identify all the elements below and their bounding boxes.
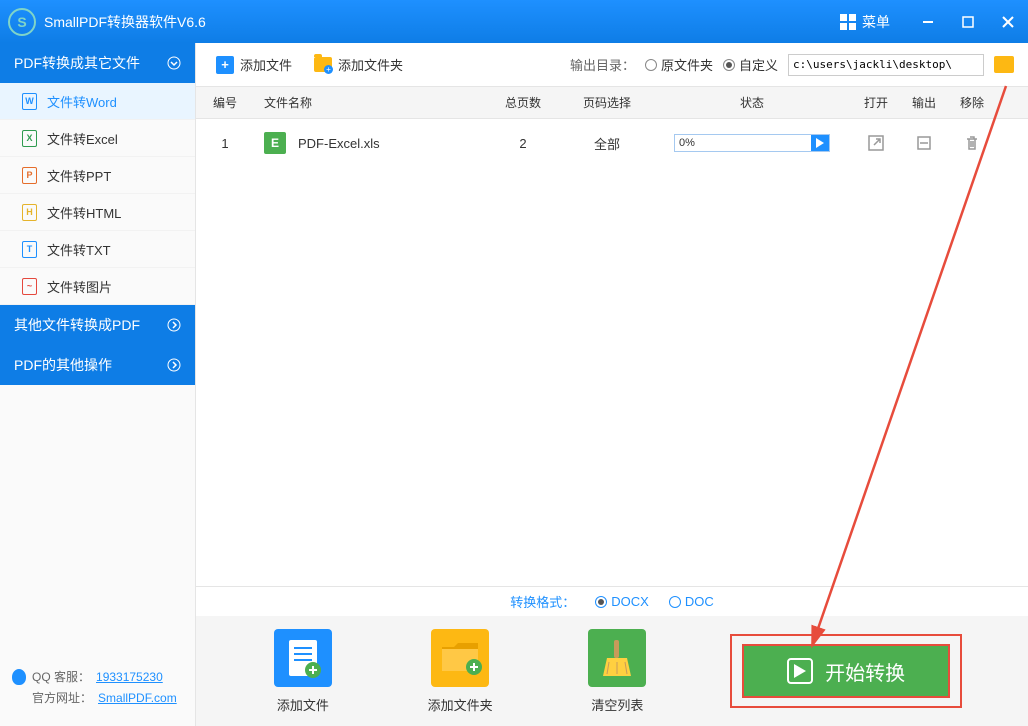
header-sel: 页码选择: [562, 94, 652, 111]
app-title: SmallPDF转换器软件V6.6: [44, 12, 822, 32]
sidebar-item-html[interactable]: H文件转HTML: [0, 194, 195, 231]
action-clear-list[interactable]: 清空列表: [588, 629, 646, 714]
table-row[interactable]: 1 EPDF-Excel.xls 2 全部 0%: [196, 119, 1028, 167]
header-status: 状态: [652, 94, 852, 111]
progress-play-button[interactable]: [811, 135, 829, 151]
add-file-button[interactable]: +添加文件: [210, 51, 298, 78]
action-add-folder[interactable]: 添加文件夹: [428, 629, 493, 714]
chevron-down-icon: [167, 56, 181, 70]
radio-doc[interactable]: DOC: [669, 594, 714, 609]
sidebar-section-pdf-other-ops[interactable]: PDF的其他操作: [0, 345, 195, 385]
header-del: 移除: [948, 94, 996, 111]
radio-custom-folder[interactable]: 自定义: [723, 55, 778, 74]
cell-num: 1: [196, 136, 254, 151]
add-folder-button[interactable]: 添加文件夹: [308, 51, 409, 78]
minimize-button[interactable]: [908, 0, 948, 43]
radio-docx[interactable]: DOCX: [595, 594, 649, 609]
output-button[interactable]: [900, 135, 948, 151]
content: +添加文件 添加文件夹 输出目录： 原文件夹 自定义 编号 文件名称 总页数 页…: [195, 43, 1028, 726]
app-logo-icon: S: [8, 8, 36, 36]
actions-bar: 添加文件 添加文件夹 清空列表 开始转换: [196, 616, 1028, 726]
qq-icon: [12, 669, 26, 685]
format-label: 转换格式：: [510, 592, 575, 611]
contact-info: QQ 客服：1933175230 官方网址：SmallPDF.com: [0, 658, 195, 726]
cell-status: 0%: [652, 134, 852, 152]
toolbar: +添加文件 添加文件夹 输出目录： 原文件夹 自定义: [196, 43, 1028, 87]
header-pages: 总页数: [484, 94, 562, 111]
chevron-right-icon: [167, 318, 181, 332]
broom-icon: [588, 629, 646, 687]
open-button[interactable]: [852, 135, 900, 151]
format-bar: 转换格式： DOCX DOC: [196, 586, 1028, 616]
sidebar-item-excel[interactable]: X文件转Excel: [0, 120, 195, 157]
table-header: 编号 文件名称 总页数 页码选择 状态 打开 输出 移除: [196, 87, 1028, 119]
sidebar-item-image[interactable]: ~文件转图片: [0, 268, 195, 305]
sidebar-section-other-to-pdf[interactable]: 其他文件转换成PDF: [0, 305, 195, 345]
window-controls: [908, 0, 1028, 43]
site-link[interactable]: SmallPDF.com: [98, 691, 177, 705]
excel-icon: X: [22, 130, 37, 147]
action-add-file[interactable]: 添加文件: [274, 629, 332, 714]
sidebar-item-ppt[interactable]: P文件转PPT: [0, 157, 195, 194]
radio-same-folder[interactable]: 原文件夹: [645, 55, 713, 74]
highlight-box: [730, 634, 962, 708]
progress-bar: 0%: [674, 134, 830, 152]
header-out: 输出: [900, 94, 948, 111]
titlebar: S SmallPDF转换器软件V6.6 菜单: [0, 0, 1028, 43]
html-icon: H: [22, 204, 37, 221]
browse-folder-button[interactable]: [994, 56, 1014, 73]
sidebar-item-word[interactable]: W文件转Word: [0, 83, 195, 120]
header-open: 打开: [852, 94, 900, 111]
sidebar: PDF转换成其它文件 W文件转Word X文件转Excel P文件转PPT H文…: [0, 43, 195, 726]
menu-button[interactable]: 菜单: [822, 12, 908, 32]
maximize-button[interactable]: [948, 0, 988, 43]
excel-file-icon: E: [264, 132, 286, 154]
grid-icon: [840, 14, 856, 30]
sidebar-item-txt[interactable]: T文件转TXT: [0, 231, 195, 268]
sidebar-section-pdf-to-other[interactable]: PDF转换成其它文件: [0, 43, 195, 83]
qq-link[interactable]: 1933175230: [96, 670, 163, 684]
header-num: 编号: [196, 94, 254, 111]
add-folder-icon: [431, 629, 489, 687]
delete-button[interactable]: [948, 135, 996, 151]
image-icon: ~: [22, 278, 37, 295]
header-name: 文件名称: [254, 94, 484, 111]
output-path-input[interactable]: [788, 54, 984, 76]
add-file-icon: [274, 629, 332, 687]
folder-plus-icon: [314, 57, 332, 72]
close-button[interactable]: [988, 0, 1028, 43]
output-dir-label: 输出目录：: [570, 55, 635, 74]
table-body: 1 EPDF-Excel.xls 2 全部 0%: [196, 119, 1028, 586]
plus-icon: +: [216, 56, 234, 74]
cell-name: EPDF-Excel.xls: [254, 132, 484, 154]
ppt-icon: P: [22, 167, 37, 184]
menu-label: 菜单: [862, 12, 890, 32]
cell-pages: 2: [484, 136, 562, 151]
start-convert-button[interactable]: 开始转换: [742, 644, 950, 698]
cell-sel[interactable]: 全部: [562, 134, 652, 153]
chevron-right-icon: [167, 358, 181, 372]
word-icon: W: [22, 93, 37, 110]
txt-icon: T: [22, 241, 37, 258]
